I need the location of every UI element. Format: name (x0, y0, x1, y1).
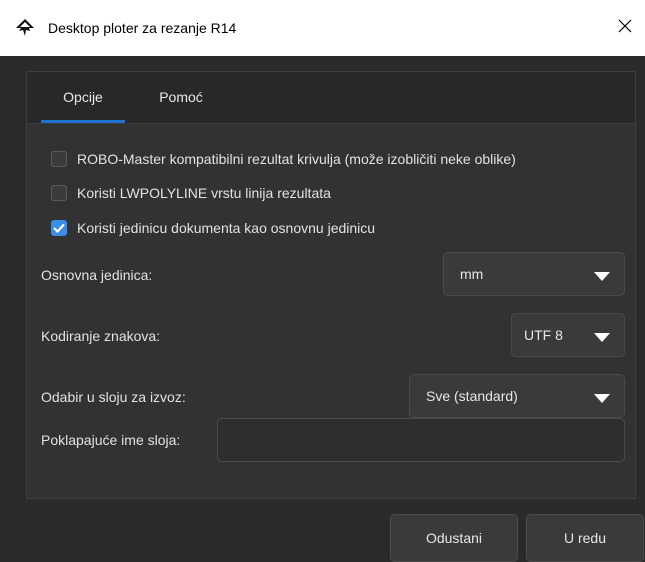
lwpolyline-option[interactable]: Koristi LWPOLYLINE vrstu linija rezultat… (51, 182, 331, 204)
chevron-down-icon (594, 391, 610, 403)
base-unit-select[interactable]: mm (443, 252, 625, 296)
layer-selection-select[interactable]: Sve (standard) (409, 374, 625, 418)
base-unit-label: Osnovna jedinica: (41, 267, 153, 283)
dialog-body: Opcije Pomoć ROBO-Master kompatibilni re… (0, 56, 645, 562)
layer-selection-value: Sve (standard) (426, 388, 518, 404)
document-unit-option[interactable]: Koristi jedinicu dokumenta kao osnovnu j… (51, 217, 375, 239)
inkscape-logo-icon (14, 18, 36, 38)
title-bar: Desktop ploter za rezanje R14 (0, 0, 645, 56)
layer-selection-label: Odabir u sloju za izvoz: (41, 389, 186, 405)
lwpolyline-label: Koristi LWPOLYLINE vrstu linija rezultat… (77, 185, 331, 201)
robo-master-option[interactable]: ROBO-Master kompatibilni rezultat krivul… (51, 148, 516, 170)
encoding-label: Kodiranje znakova: (41, 328, 161, 344)
layer-name-label: Poklapajuće ime sloja: (41, 432, 181, 448)
window-title: Desktop ploter za rezanje R14 (48, 20, 237, 36)
robo-master-checkbox[interactable] (51, 151, 67, 167)
checkmark-icon (53, 223, 65, 233)
encoding-value: UTF 8 (524, 327, 563, 343)
document-unit-checkbox[interactable] (51, 220, 67, 236)
options-panel: Opcije Pomoć ROBO-Master kompatibilni re… (26, 71, 636, 499)
ok-button[interactable]: U redu (526, 514, 644, 562)
document-unit-label: Koristi jedinicu dokumenta kao osnovnu j… (77, 220, 376, 236)
lwpolyline-checkbox[interactable] (51, 185, 67, 201)
chevron-down-icon (594, 269, 610, 281)
close-button[interactable] (605, 0, 645, 56)
layer-name-input[interactable] (217, 418, 625, 462)
tab-pomoc[interactable]: Pomoć (141, 72, 221, 124)
tab-opcije[interactable]: Opcije (41, 72, 125, 124)
encoding-select[interactable]: UTF 8 (511, 313, 625, 357)
active-tab-indicator (41, 120, 125, 123)
chevron-down-icon (594, 330, 610, 342)
base-unit-value: mm (460, 266, 484, 282)
close-icon (618, 19, 632, 38)
cancel-button[interactable]: Odustani (390, 514, 518, 562)
robo-master-label: ROBO-Master kompatibilni rezultat krivul… (77, 151, 516, 167)
tab-bar: Opcije Pomoć (27, 72, 635, 124)
